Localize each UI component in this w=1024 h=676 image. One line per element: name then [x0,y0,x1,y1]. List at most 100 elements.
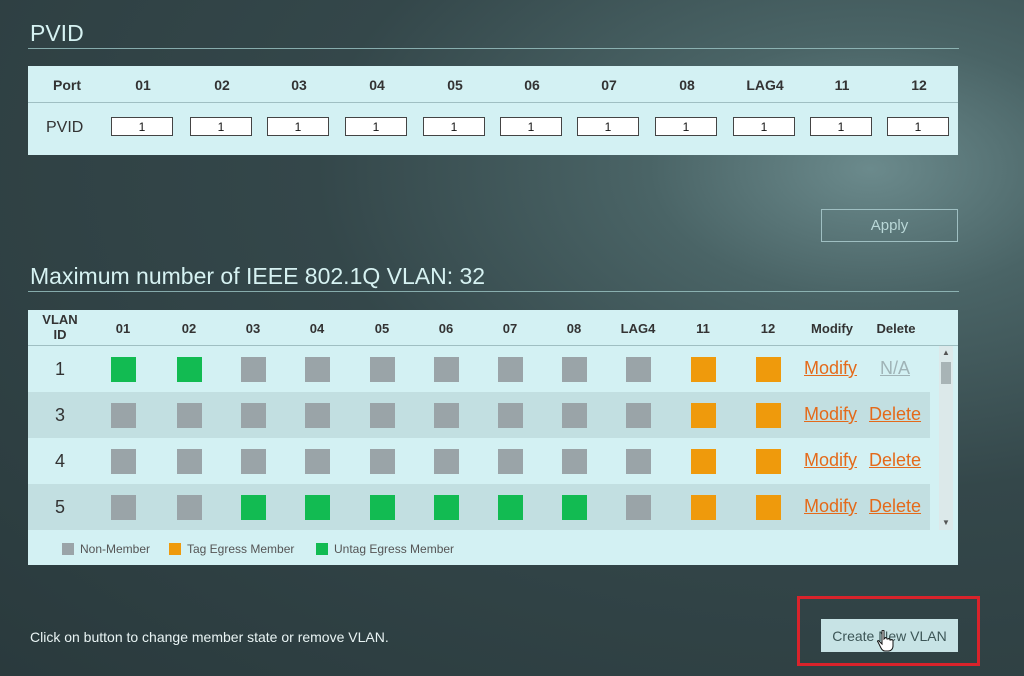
pvid-input-04[interactable] [345,117,407,136]
member-state-11[interactable] [691,495,716,520]
member-state-11[interactable] [691,357,716,382]
member-state-08[interactable] [562,495,587,520]
apply-button[interactable]: Apply [821,209,958,242]
member-state-01[interactable] [111,403,136,428]
legend: Non-Member Tag Egress Member Untag Egres… [28,538,958,560]
vlan-row: 4 Modify Delete [28,438,930,484]
vlan-row: 1 Modify N/A [28,346,930,392]
pvid-input-12[interactable] [887,117,949,136]
hand-cursor-icon [877,630,894,652]
member-state-06[interactable] [434,449,459,474]
modify-link[interactable]: Modify [804,404,857,425]
pvid-input-03[interactable] [267,117,329,136]
member-state-04[interactable] [305,449,330,474]
modify-header: Modify [811,321,853,336]
member-state-11[interactable] [691,449,716,474]
member-state-05[interactable] [370,357,395,382]
member-state-12[interactable] [756,357,781,382]
member-state-12[interactable] [756,449,781,474]
member-state-08[interactable] [562,357,587,382]
member-state-07[interactable] [498,449,523,474]
scroll-down-icon[interactable]: ▼ [939,516,953,530]
member-state-03[interactable] [241,495,266,520]
scroll-up-icon[interactable]: ▲ [939,346,953,360]
tag-swatch [169,543,181,555]
member-state-11[interactable] [691,403,716,428]
member-state-02[interactable] [177,357,202,382]
vlan-port-header-03: 03 [245,321,261,336]
pvid-header-row: Port 01 02 03 04 05 06 07 08 LAG4 11 12 [28,66,958,103]
member-state-04[interactable] [305,495,330,520]
vlan-port-header-08: 08 [566,321,582,336]
delete-link[interactable]: Delete [869,404,921,425]
vlan-table: VLAN ID 01 02 03 04 05 06 07 08 LAG4 11 12 Modify … [28,310,958,565]
legend-untag-label: Untag Egress Member [334,542,455,556]
member-state-12[interactable] [756,495,781,520]
vlan-title: Maximum number of IEEE 802.1Q VLAN: 32 [30,263,486,289]
pvid-input-01[interactable] [111,117,173,136]
modify-link[interactable]: Modify [804,496,857,517]
member-state-05[interactable] [370,403,395,428]
member-state-07[interactable] [498,357,523,382]
pvid-port-header-06: 06 [524,77,540,93]
non-member-swatch [62,543,74,555]
pvid-input-11[interactable] [810,117,872,136]
member-state-04[interactable] [305,357,330,382]
member-state-02[interactable] [177,449,202,474]
member-state-08[interactable] [562,449,587,474]
member-state-04[interactable] [305,403,330,428]
member-state-07[interactable] [498,403,523,428]
pvid-port-header-03: 03 [291,77,307,93]
member-state-06[interactable] [434,357,459,382]
member-state-08[interactable] [562,403,587,428]
pvid-port-header-02: 02 [214,77,230,93]
member-state-07[interactable] [498,495,523,520]
pvid-input-07[interactable] [577,117,639,136]
delete-link[interactable]: Delete [869,450,921,471]
vlan-port-header-04: 04 [309,321,325,336]
pvid-input-06[interactable] [500,117,562,136]
member-state-01[interactable] [111,357,136,382]
pvid-input-05[interactable] [423,117,485,136]
pvid-port-header-07: 07 [601,77,617,93]
member-state-03[interactable] [241,449,266,474]
untag-swatch [316,543,328,555]
vlan-title-rule [28,291,959,292]
vlan-id: 1 [54,359,65,379]
member-state-05[interactable] [370,449,395,474]
pvid-table: Port 01 02 03 04 05 06 07 08 LAG4 11 12 PVID [28,66,958,155]
member-state-06[interactable] [434,495,459,520]
vlan-header-row: VLAN ID 01 02 03 04 05 06 07 08 LAG4 11 12 Modify … [28,310,958,346]
hint-text: Click on button to change member state o… [30,629,389,645]
member-state-01[interactable] [111,495,136,520]
modify-link[interactable]: Modify [804,450,857,471]
pvid-port-header-05: 05 [447,77,463,93]
legend-tag: Tag Egress Member [169,542,294,556]
member-state-lag4[interactable] [626,449,651,474]
member-state-01[interactable] [111,449,136,474]
modify-link[interactable]: Modify [804,358,857,379]
member-state-06[interactable] [434,403,459,428]
pvid-port-header: Port [53,77,81,93]
member-state-lag4[interactable] [626,403,651,428]
member-state-lag4[interactable] [626,495,651,520]
member-state-02[interactable] [177,403,202,428]
member-state-lag4[interactable] [626,357,651,382]
member-state-12[interactable] [756,403,781,428]
delete-link[interactable]: Delete [869,496,921,517]
pvid-input-08[interactable] [655,117,717,136]
scroll-thumb[interactable] [941,362,951,384]
pvid-value-row: PVID [28,103,958,155]
vlan-scrollbar[interactable]: ▲ ▼ [939,346,953,530]
vlan-port-header-05: 05 [374,321,390,336]
member-state-03[interactable] [241,357,266,382]
member-state-03[interactable] [241,403,266,428]
pvid-input-lag4[interactable] [733,117,795,136]
pvid-title-rule [28,48,959,49]
vlan-port-header-07: 07 [502,321,518,336]
vlan-port-header-02: 02 [181,321,197,336]
pvid-input-02[interactable] [190,117,252,136]
vlan-id: 3 [54,405,65,425]
member-state-05[interactable] [370,495,395,520]
member-state-02[interactable] [177,495,202,520]
